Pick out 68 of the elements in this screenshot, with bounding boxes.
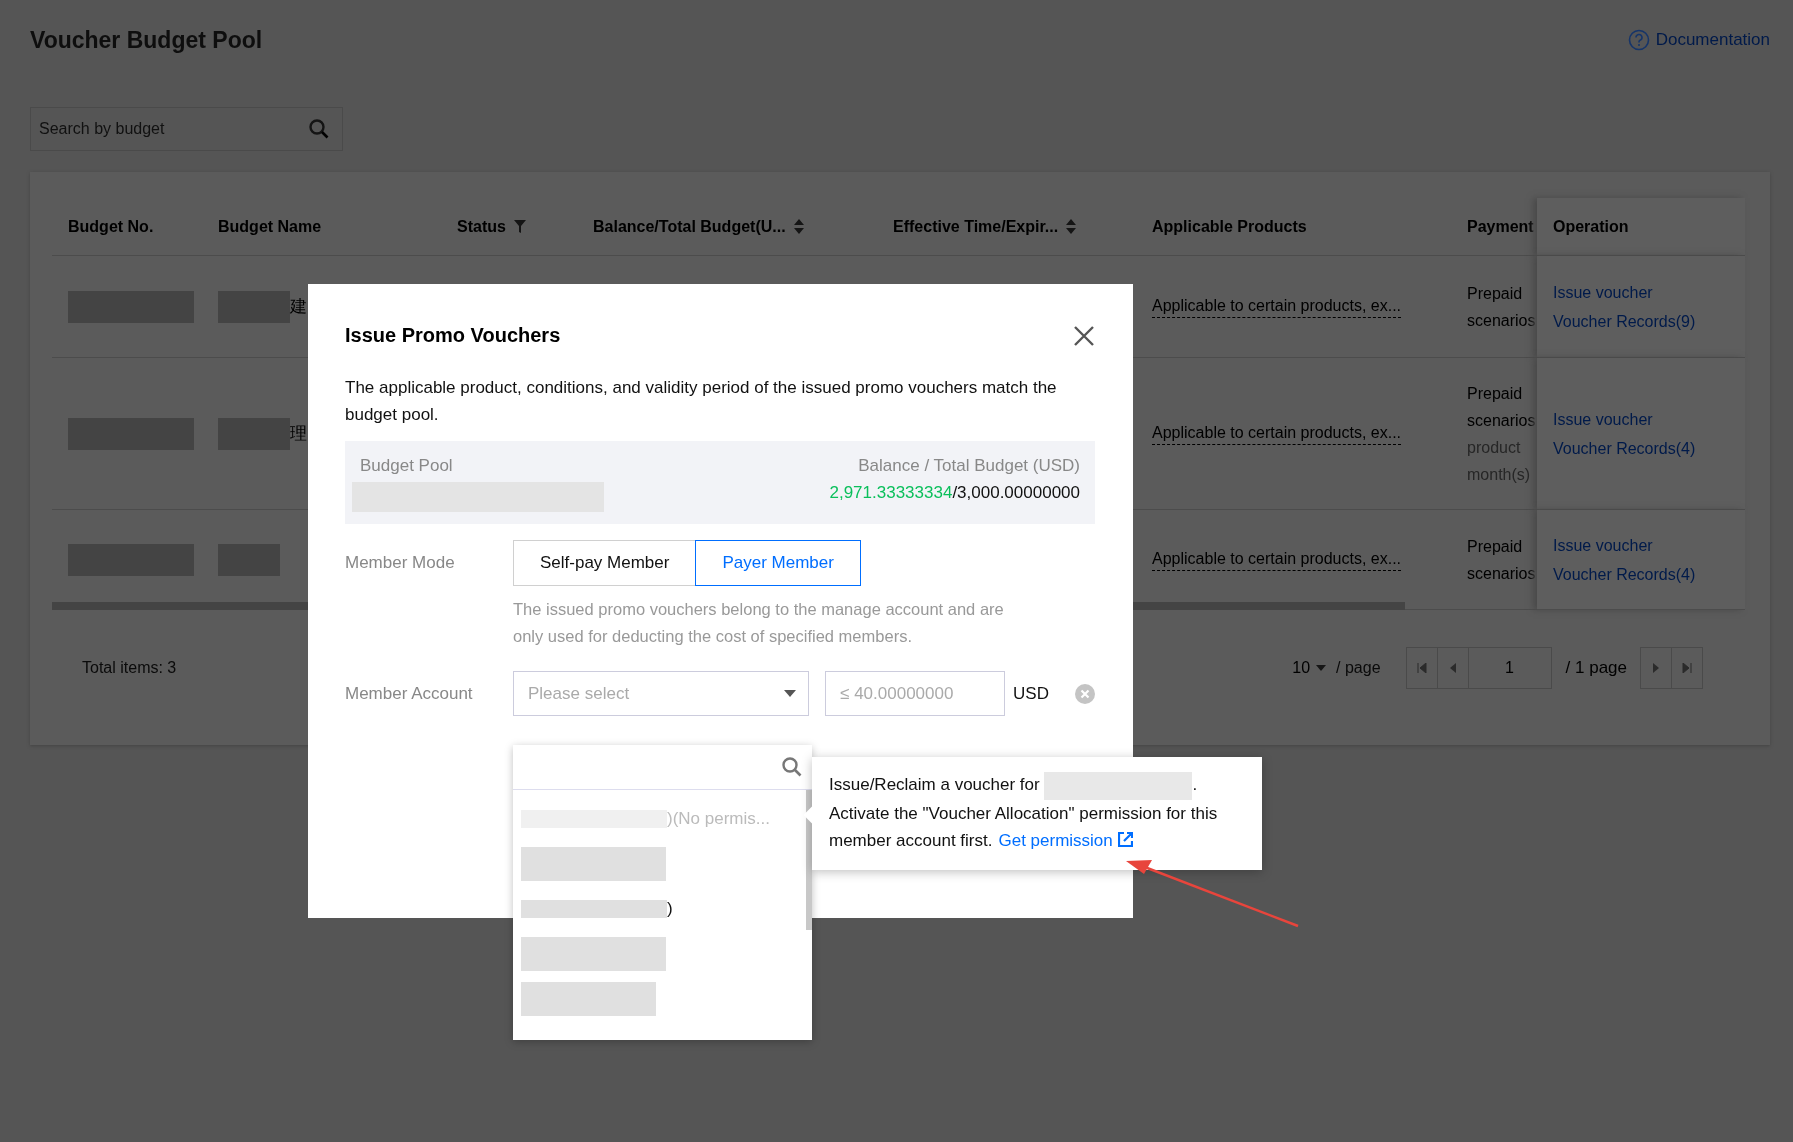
- last-page-button[interactable]: [1671, 647, 1703, 689]
- filter-icon[interactable]: [513, 220, 526, 233]
- payment-text: scenarios: [1467, 310, 1537, 331]
- payment-text: Prepaid: [1467, 283, 1524, 304]
- applicable-products-text[interactable]: Applicable to certain products, ex...: [1152, 295, 1402, 318]
- payment-text: scenarios: [1467, 563, 1537, 584]
- action-link[interactable]: Issue voucher: [1553, 404, 1745, 434]
- member-mode-option[interactable]: Payer Member: [695, 540, 861, 586]
- balance-value: 2,971.33333334/3,000.00000000: [829, 482, 1080, 504]
- applicable-products-text[interactable]: Applicable to certain products, ex...: [1152, 548, 1402, 571]
- payment-text: Prepaid: [1467, 536, 1524, 557]
- next-page-icon: [1652, 663, 1660, 673]
- dialog-title: Issue Promo Vouchers: [345, 324, 561, 347]
- sort-icon[interactable]: [793, 219, 804, 234]
- balance-label: Balance / Total Budget (USD): [858, 455, 1080, 477]
- get-permission-link[interactable]: Get permission: [998, 830, 1133, 850]
- page-title: Voucher Budget Pool: [30, 26, 263, 54]
- page-input[interactable]: 1: [1467, 647, 1552, 689]
- external-link-icon: [1117, 831, 1133, 847]
- column-header: Operation: [1537, 198, 1745, 256]
- member-option[interactable]: ): [513, 886, 812, 931]
- column-header: Budget Name: [202, 198, 441, 256]
- search-icon[interactable]: [309, 119, 329, 139]
- total-items-text: Total items: 3: [82, 659, 177, 677]
- caret-icon: [784, 690, 797, 697]
- action-link[interactable]: Voucher Records(9): [1553, 306, 1745, 336]
- budget-name-text: 理: [290, 423, 307, 445]
- column-header: Status: [441, 198, 577, 256]
- budget-pool-label: Budget Pool: [360, 455, 454, 477]
- page-size-select[interactable]: 10: [1292, 659, 1327, 677]
- search-field[interactable]: Search by budget: [30, 107, 343, 151]
- tooltip-text: Issue/Reclaim a voucher for . Activate the "Voucher Allocation" permission for this member account first. Get permission: [829, 771, 1232, 854]
- previous-page-button[interactable]: [1436, 647, 1469, 689]
- last-page-icon: [1682, 663, 1692, 673]
- action-link[interactable]: Voucher Records(4): [1553, 433, 1745, 463]
- search-icon[interactable]: [782, 757, 802, 777]
- column-header: Balance/Total Budget(U...: [577, 198, 877, 256]
- help-icon: [1627, 29, 1650, 51]
- payment-text: Prepaid: [1467, 383, 1524, 404]
- member-mode-label: Member Mode: [345, 553, 456, 573]
- scrollbar[interactable]: [806, 790, 812, 930]
- per-page-text: / page: [1336, 659, 1381, 677]
- budget-name-text: 建: [290, 296, 307, 318]
- member-mode-option[interactable]: Self-pay Member: [513, 540, 697, 586]
- first-page-icon: [1416, 663, 1427, 673]
- member-account-label: Member Account: [345, 683, 474, 704]
- clear-icon[interactable]: [1075, 683, 1095, 704]
- member-mode-hint: The issued promo vouchers belong to the manage account and are only used for deducting the cost of specified members.: [513, 599, 1005, 647]
- column-header: Applicable Products: [1136, 198, 1451, 256]
- sort-icon[interactable]: [1066, 219, 1077, 234]
- action-link[interactable]: Voucher Records(4): [1553, 559, 1745, 589]
- caret-icon: [1316, 665, 1327, 671]
- member-account-select[interactable]: Please select: [513, 671, 810, 716]
- action-link[interactable]: Issue voucher: [1553, 530, 1745, 560]
- column-header: Budget No.: [52, 198, 202, 256]
- applicable-products-text[interactable]: Applicable to certain products, ex...: [1152, 422, 1402, 445]
- documentation-link[interactable]: Documentation: [1627, 29, 1770, 51]
- payment-text: scenarios: [1467, 410, 1537, 431]
- close-icon[interactable]: [1073, 324, 1095, 347]
- amount-field[interactable]: ≤ 40.00000000: [825, 671, 1006, 716]
- column-header: Effective Time/Expir...: [877, 198, 1136, 256]
- action-link[interactable]: Issue voucher: [1553, 277, 1745, 307]
- dialog-description: The applicable product, conditions, and validity period of the issued promo vouchers match the budget pool.: [345, 377, 1058, 426]
- first-page-button[interactable]: [1405, 647, 1438, 689]
- previous-page-icon: [1448, 663, 1457, 673]
- next-page-button[interactable]: [1640, 647, 1672, 689]
- currency-text: USD: [1013, 683, 1049, 704]
- page-total-text: / 1 page: [1564, 658, 1628, 678]
